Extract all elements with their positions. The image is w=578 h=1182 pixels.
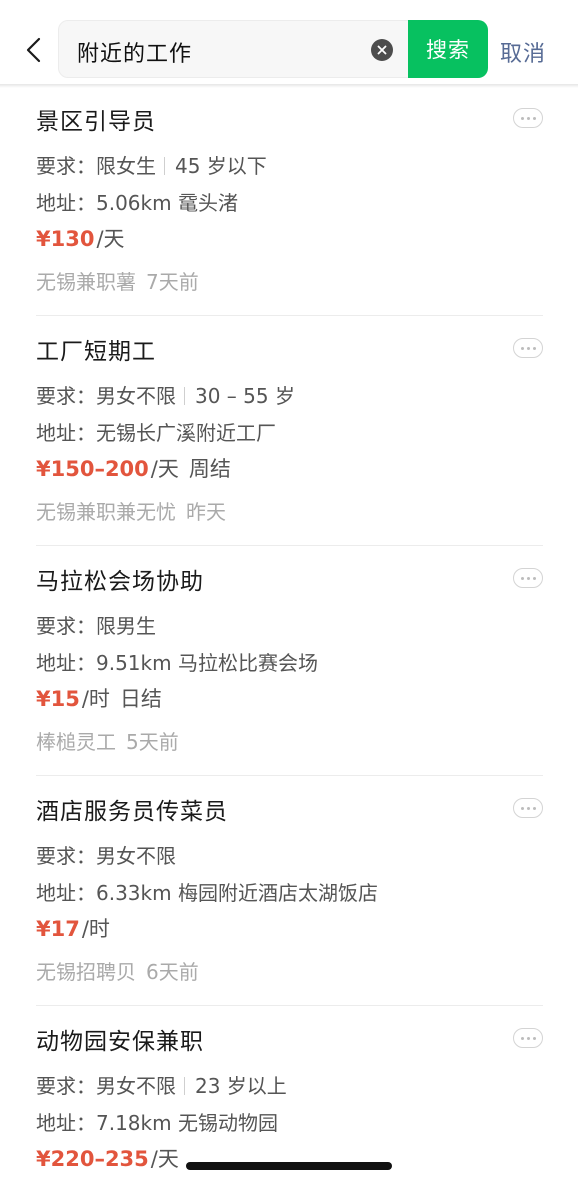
divider <box>164 157 165 175</box>
pay-cycle: 日结 <box>119 687 162 711</box>
post-time: 7天前 <box>146 270 199 294</box>
source-name: 无锡兼职兼无忧 <box>36 500 176 524</box>
chevron-left-icon <box>26 37 41 63</box>
job-title: 工厂短期工 <box>36 339 156 365</box>
more-button[interactable] <box>513 798 543 818</box>
cancel-button[interactable]: 取消 <box>500 36 546 68</box>
source-name: 无锡兼职薯 <box>36 270 136 294</box>
job-card[interactable]: 酒店服务员传菜员 要求：男女不限 地址：6.33km 梅园附近酒店太湖饭店 ¥1… <box>36 776 543 1006</box>
salary-unit: /天 <box>96 227 125 251</box>
divider <box>184 1077 185 1095</box>
more-button[interactable] <box>513 1028 543 1048</box>
job-title: 马拉松会场协助 <box>36 569 204 595</box>
job-card[interactable]: 工厂短期工 要求：男女不限 30 – 55 岁 地址：无锡长广溪附近工厂 ¥150… <box>36 316 543 546</box>
divider <box>184 387 185 405</box>
job-address: 地址：5.06km 鼋头渚 <box>36 191 238 215</box>
more-dots-icon <box>520 1036 524 1040</box>
job-source: 无锡兼职兼无忧 昨天 <box>36 496 226 525</box>
salary-unit: /时 <box>81 687 110 711</box>
clear-search-button[interactable] <box>371 39 393 61</box>
job-requirement: 要求：男女不限 23 岁以上 <box>36 1074 287 1098</box>
job-address: 地址：7.18km 无锡动物园 <box>36 1111 278 1135</box>
job-salary: ¥17/时 <box>36 913 110 943</box>
job-source: 棒槌灵工 5天前 <box>36 726 179 755</box>
job-source: 无锡兼职薯 7天前 <box>36 266 199 295</box>
post-time: 昨天 <box>186 500 226 524</box>
source-name: 棒槌灵工 <box>36 730 116 754</box>
job-title: 景区引导员 <box>36 109 156 135</box>
salary-unit: /天 <box>150 1147 179 1171</box>
search-box[interactable]: 附近的工作 <box>58 20 410 78</box>
job-salary: ¥150–200/天 周结 <box>36 453 231 483</box>
search-input[interactable]: 附近的工作 <box>77 36 192 68</box>
job-source: 无锡招聘贝 6天前 <box>36 956 199 985</box>
more-dots-icon <box>520 346 524 350</box>
salary-amount: ¥130 <box>36 227 95 251</box>
job-requirement: 要求：限女生 45 岁以下 <box>36 154 267 178</box>
job-title: 动物园安保兼职 <box>36 1029 204 1055</box>
job-requirement: 要求：男女不限 <box>36 844 176 868</box>
job-address: 地址：6.33km 梅园附近酒店太湖饭店 <box>36 881 378 905</box>
salary-amount: ¥220–235 <box>36 1147 149 1171</box>
job-requirement: 要求：限男生 <box>36 614 156 638</box>
job-title: 酒店服务员传菜员 <box>36 799 228 825</box>
job-address: 地址：9.51km 马拉松比赛会场 <box>36 651 318 675</box>
salary-unit: /时 <box>81 917 110 941</box>
home-indicator[interactable] <box>186 1162 392 1170</box>
more-button[interactable] <box>513 108 543 128</box>
salary-amount: ¥17 <box>36 917 80 941</box>
job-salary: ¥220–235/天 <box>36 1143 179 1173</box>
job-card[interactable]: 景区引导员 要求：限女生 45 岁以下 地址：5.06km 鼋头渚 ¥130/天 … <box>36 86 543 316</box>
top-bar-shadow <box>0 84 578 88</box>
back-button[interactable] <box>14 30 54 70</box>
more-dots-icon <box>520 806 524 810</box>
top-bar: 附近的工作 搜索 取消 <box>0 0 578 86</box>
job-list: 景区引导员 要求：限女生 45 岁以下 地址：5.06km 鼋头渚 ¥130/天 … <box>0 86 578 1182</box>
search-button[interactable]: 搜索 <box>408 20 488 78</box>
more-button[interactable] <box>513 568 543 588</box>
more-dots-icon <box>520 576 524 580</box>
clear-icon <box>377 45 387 55</box>
salary-amount: ¥15 <box>36 687 80 711</box>
salary-unit: /天 <box>150 457 179 481</box>
source-name: 无锡招聘贝 <box>36 960 136 984</box>
job-requirement: 要求：男女不限 30 – 55 岁 <box>36 384 295 408</box>
more-dots-icon <box>520 116 524 120</box>
more-button[interactable] <box>513 338 543 358</box>
job-address: 地址：无锡长广溪附近工厂 <box>36 421 276 445</box>
salary-amount: ¥150–200 <box>36 457 149 481</box>
job-card[interactable]: 马拉松会场协助 要求：限男生 地址：9.51km 马拉松比赛会场 ¥15/时 日结… <box>36 546 543 776</box>
post-time: 6天前 <box>146 960 199 984</box>
job-salary: ¥130/天 <box>36 223 125 253</box>
job-salary: ¥15/时 日结 <box>36 683 162 713</box>
post-time: 5天前 <box>126 730 179 754</box>
pay-cycle: 周结 <box>188 457 231 481</box>
job-card[interactable]: 动物园安保兼职 要求：男女不限 23 岁以上 地址：7.18km 无锡动物园 ¥2… <box>36 1006 543 1182</box>
